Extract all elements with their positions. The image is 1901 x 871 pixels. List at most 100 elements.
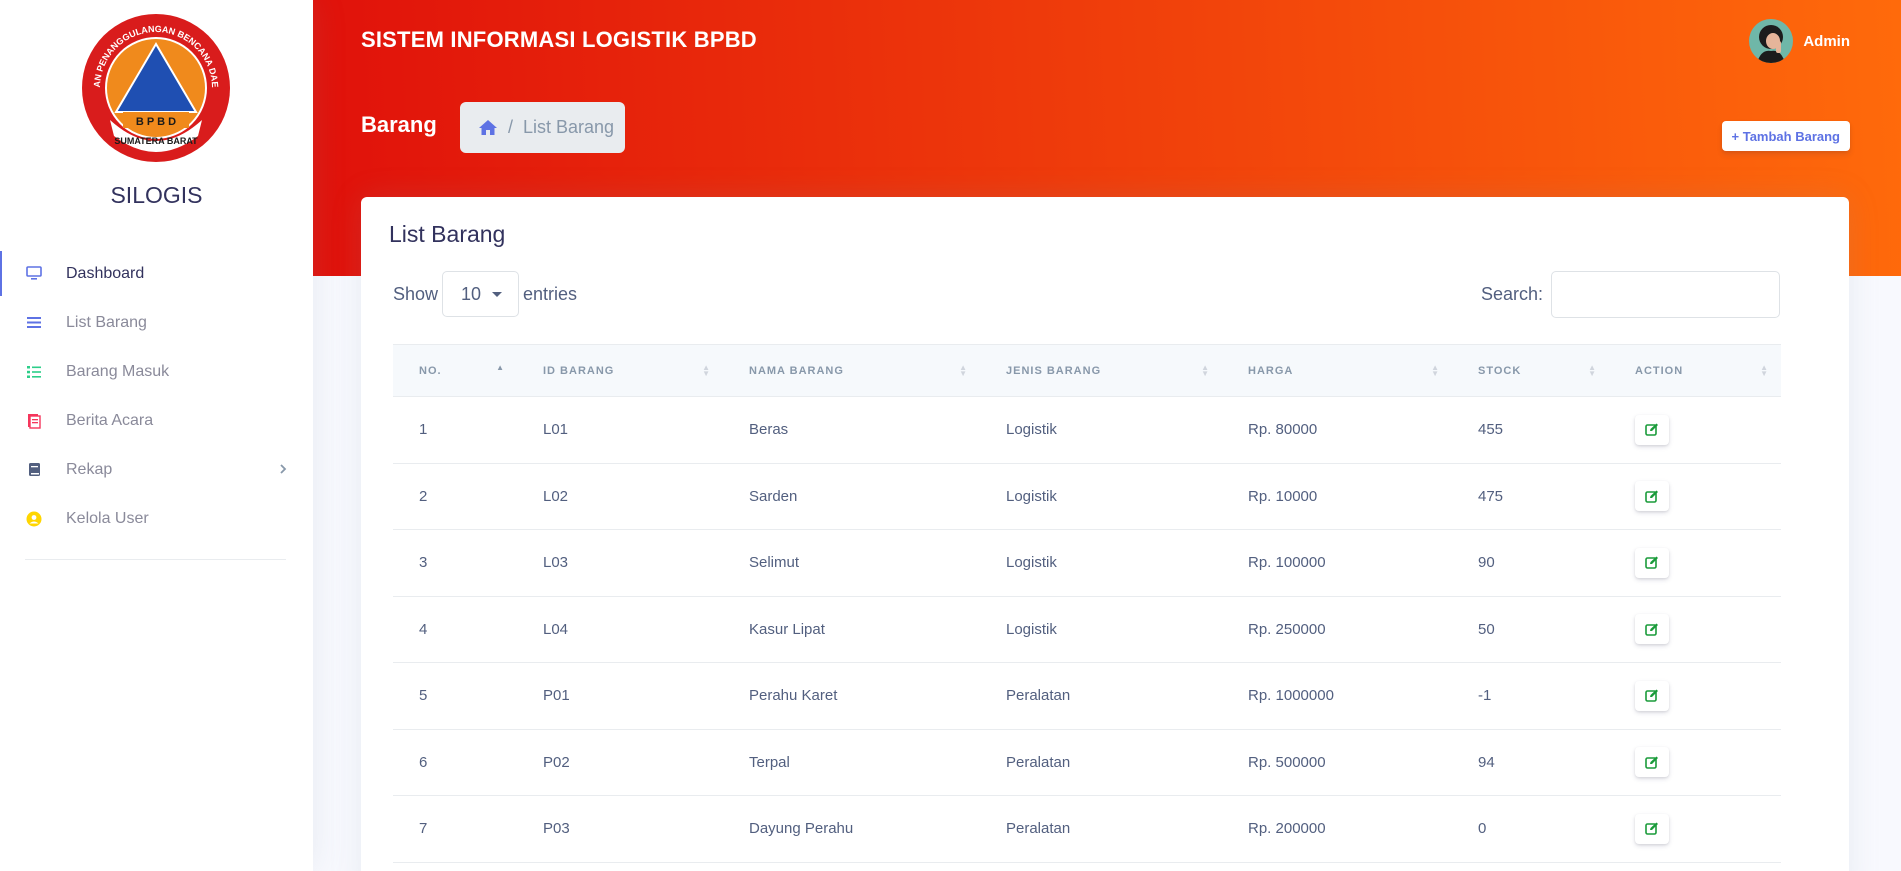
table-row: 1 L01 Beras Logistik Rp. 80000 455 — [393, 397, 1781, 464]
length-suffix: entries — [523, 283, 578, 304]
edit-icon — [1645, 756, 1658, 769]
cell-action — [1609, 596, 1781, 663]
edit-icon — [1645, 423, 1658, 437]
svg-text:SUMATERA BARAT: SUMATERA BARAT — [114, 136, 198, 146]
cell-no: 4 — [419, 620, 428, 638]
column-header-label: JENIS BARANG — [1006, 364, 1102, 377]
breadcrumb: / List Barang — [460, 102, 625, 153]
table-row: 6 P02 Terpal Peralatan Rp. 500000 94 — [393, 729, 1781, 796]
search-label: Search: — [1480, 284, 1543, 304]
cell-harga: Rp. 100000 — [1248, 554, 1326, 572]
length-prefix: Show — [393, 283, 439, 304]
items-table: NO. ▲ ID BARANG ▲ ▼ NAMA BARANG ▲ ▼ JENIS BAR… — [393, 344, 1781, 863]
column-header-action[interactable]: ACTION ▲ ▼ — [1609, 344, 1781, 397]
edit-button[interactable] — [1635, 414, 1669, 445]
cell-stock: 90 — [1478, 554, 1495, 572]
sidebar-item-kelola-user[interactable]: Kelola User — [0, 494, 313, 543]
svg-text:B P B D: B P B D — [136, 116, 176, 128]
cell-no: 6 — [419, 753, 428, 771]
cell-no: 5 — [419, 687, 428, 705]
sort-icon: ▲ ▼ — [959, 363, 968, 378]
cell-nama: Dayung Perahu — [749, 820, 854, 838]
sort-asc-icon: ▲ — [496, 363, 505, 372]
column-header-label: HARGA — [1248, 364, 1294, 377]
user-menu[interactable]: Admin — [1749, 19, 1850, 63]
list-icon — [25, 314, 43, 332]
cell-nama: Perahu Karet — [749, 687, 838, 705]
sort-icon: ▲ ▼ — [702, 363, 711, 378]
cell-harga: Rp. 1000000 — [1248, 687, 1334, 705]
breadcrumb-separator: / — [508, 117, 514, 137]
cell-stock: 475 — [1478, 487, 1504, 505]
column-header-stock[interactable]: STOCK ▲ ▼ — [1452, 344, 1609, 397]
edit-button[interactable] — [1635, 614, 1669, 645]
user-circle-icon — [25, 510, 43, 528]
edit-button[interactable] — [1635, 680, 1669, 711]
cell-id: P03 — [543, 820, 570, 838]
edit-button[interactable] — [1635, 747, 1669, 778]
column-header-harga[interactable]: HARGA ▲ ▼ — [1222, 344, 1452, 397]
cell-action — [1609, 397, 1781, 464]
chevron-right-icon — [279, 462, 287, 480]
table-row: 3 L03 Selimut Logistik Rp. 100000 90 — [393, 530, 1781, 596]
sidebar-item-rekap[interactable]: Rekap — [0, 445, 313, 494]
entries-select-value: 10 — [461, 283, 482, 304]
cell-no: 1 — [419, 421, 428, 439]
cell-harga: Rp. 200000 — [1248, 820, 1326, 838]
table-row: 7 P03 Dayung Perahu Peralatan Rp. 200000… — [393, 796, 1781, 862]
sidebar-item-dashboard[interactable]: Dashboard — [0, 249, 313, 298]
column-header-label: ID BARANG — [543, 364, 615, 377]
app-title: SISTEM INFORMASI LOGISTIK BPBD — [361, 27, 757, 52]
document-icon — [25, 412, 43, 430]
edit-icon — [1645, 490, 1658, 503]
bpbd-logo[interactable]: B P B D BADAN PENANGGULANGAN BENCANA DAE… — [77, 4, 232, 164]
breadcrumb-current: List Barang — [523, 117, 615, 137]
column-header-no[interactable]: NO. ▲ — [393, 344, 517, 397]
cell-action — [1609, 729, 1781, 796]
sort-icon: ▲ ▼ — [1760, 363, 1769, 378]
cell-action — [1609, 463, 1781, 530]
sidebar-item-label: Rekap — [66, 460, 113, 478]
sidebar-divider — [25, 559, 286, 560]
sort-icon: ▲ ▼ — [1588, 363, 1597, 378]
table-row: 2 L02 Sarden Logistik Rp. 10000 475 — [393, 463, 1781, 530]
cell-jenis: Logistik — [1006, 554, 1057, 572]
cell-jenis: Logistik — [1006, 487, 1057, 505]
search-input[interactable] — [1551, 271, 1780, 318]
cell-stock: -1 — [1478, 687, 1492, 705]
user-name: Admin — [1803, 32, 1850, 50]
entries-length-control: Show 10 entries — [393, 271, 577, 317]
cell-harga: Rp. 500000 — [1248, 753, 1326, 771]
entries-select[interactable]: 10 — [442, 271, 520, 317]
cell-id: L01 — [543, 421, 569, 439]
cell-id: L02 — [543, 487, 569, 505]
sidebar-item-berita-acara[interactable]: Berita Acara — [0, 396, 313, 445]
column-header-jenis[interactable]: JENIS BARANG ▲ ▼ — [980, 344, 1222, 397]
edit-button[interactable] — [1635, 547, 1669, 578]
avatar — [1749, 19, 1794, 63]
add-item-button[interactable]: + Tambah Barang — [1721, 121, 1850, 151]
cell-jenis: Peralatan — [1006, 820, 1071, 838]
column-header-label: ACTION — [1635, 364, 1684, 377]
table-header-row: NO. ▲ ID BARANG ▲ ▼ NAMA BARANG ▲ ▼ JENIS BAR… — [393, 344, 1781, 397]
edit-button[interactable] — [1635, 481, 1669, 512]
cell-harga: Rp. 10000 — [1248, 487, 1318, 505]
cell-nama: Terpal — [749, 753, 790, 771]
sidebar-item-label: Dashboard — [66, 264, 145, 282]
edit-button[interactable] — [1635, 813, 1669, 844]
card-title: List Barang — [389, 221, 506, 247]
sidebar-item-barang-masuk[interactable]: Barang Masuk — [0, 347, 313, 396]
column-header-id[interactable]: ID BARANG ▲ ▼ — [517, 344, 723, 397]
column-header-label: NAMA BARANG — [749, 364, 844, 377]
table-row: 4 L04 Kasur Lipat Logistik Rp. 250000 50 — [393, 596, 1781, 663]
cell-id: P02 — [543, 753, 570, 771]
sidebar-item-label: Barang Masuk — [66, 362, 170, 380]
column-header-nama[interactable]: NAMA BARANG ▲ ▼ — [723, 344, 980, 397]
home-icon[interactable] — [478, 119, 498, 136]
cell-jenis: Logistik — [1006, 620, 1057, 638]
sidebar-item-list-barang[interactable]: List Barang — [0, 298, 313, 347]
edit-icon — [1645, 556, 1658, 570]
cell-id: L03 — [543, 554, 569, 572]
cell-nama: Sarden — [749, 487, 798, 505]
sidebar: B P B D BADAN PENANGGULANGAN BENCANA DAE… — [0, 0, 313, 871]
